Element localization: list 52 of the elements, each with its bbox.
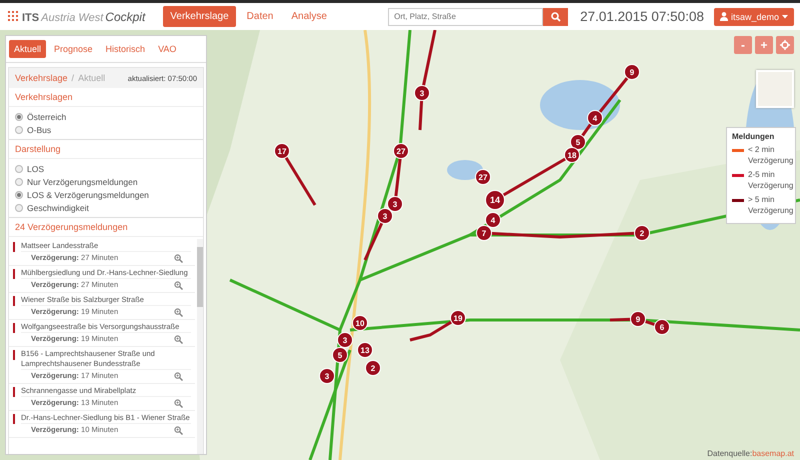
breadcrumb-item: Aktuell xyxy=(78,73,106,83)
radio-button[interactable] xyxy=(15,126,23,134)
panel-tab[interactable]: Prognose xyxy=(49,40,98,58)
search-button[interactable] xyxy=(543,8,568,26)
radio-button[interactable] xyxy=(15,164,23,172)
zoom-in-icon xyxy=(174,372,183,380)
zoom-in-icon xyxy=(174,254,183,262)
attribution-text: Datenquelle: xyxy=(707,449,752,458)
nav-tab[interactable]: Analyse xyxy=(284,6,334,27)
radio-button[interactable] xyxy=(15,178,23,186)
user-menu-button[interactable]: itsaw_demo xyxy=(714,8,794,26)
legend-label: > 5 min Verzögerung xyxy=(748,194,794,216)
zoom-in-icon xyxy=(174,334,183,344)
zoom-in-icon xyxy=(174,280,183,290)
radio-option[interactable]: LOS xyxy=(15,162,197,175)
logo-dots-icon xyxy=(8,10,20,20)
nav-tab[interactable]: Verkehrslage xyxy=(163,6,236,27)
panel-tab[interactable]: Aktuell xyxy=(9,40,46,58)
logo-text: Cockpit xyxy=(105,10,146,24)
crosshair-icon xyxy=(780,40,790,50)
nav-tab[interactable]: Daten xyxy=(240,6,280,27)
logo-text: ITS xyxy=(22,12,40,24)
radio-option[interactable]: Nur Verzögerungsmeldungen xyxy=(15,175,197,188)
zoom-in-icon xyxy=(174,398,183,408)
user-icon xyxy=(720,12,728,21)
panel-tab[interactable]: Historisch xyxy=(100,40,150,58)
section-title: 24 Verzögerungsmeldungen xyxy=(9,218,203,237)
radio-button[interactable] xyxy=(15,190,23,198)
zoom-in-icon xyxy=(174,308,183,316)
section-title: Darstellung xyxy=(9,140,203,159)
legend-label: < 2 min Verzögerung xyxy=(748,144,794,166)
radio-option[interactable]: Österreich xyxy=(15,110,197,123)
zoom-in-icon xyxy=(174,426,183,434)
caret-icon xyxy=(782,14,788,18)
minimap-thumbnail[interactable] xyxy=(756,70,794,108)
breadcrumb-separator: / xyxy=(72,73,74,83)
legend-label: 2-5 min Verzögerung xyxy=(748,169,794,191)
radio-button[interactable] xyxy=(15,112,23,120)
scrollbar-thumb[interactable] xyxy=(197,247,203,307)
search-field[interactable]: Ort, Platz, Straße xyxy=(388,8,544,26)
date-time: 27.01.2015 07:50:08 xyxy=(580,9,704,24)
radio-button[interactable] xyxy=(15,204,23,212)
logo-text: Austria West xyxy=(41,12,104,24)
search-icon xyxy=(550,12,561,22)
scrollbar[interactable] xyxy=(197,239,203,454)
radio-option[interactable]: Geschwindigkeit xyxy=(15,201,197,214)
radio-option[interactable]: O-Bus xyxy=(15,123,197,136)
section-title: Verkehrslagen xyxy=(9,88,203,107)
radio-option[interactable]: LOS & Verzögerungsmeldungen xyxy=(15,188,197,201)
locate-button[interactable] xyxy=(776,36,794,54)
panel-tab[interactable]: VAO xyxy=(153,40,182,58)
legend-title: Meldungen xyxy=(732,132,776,141)
